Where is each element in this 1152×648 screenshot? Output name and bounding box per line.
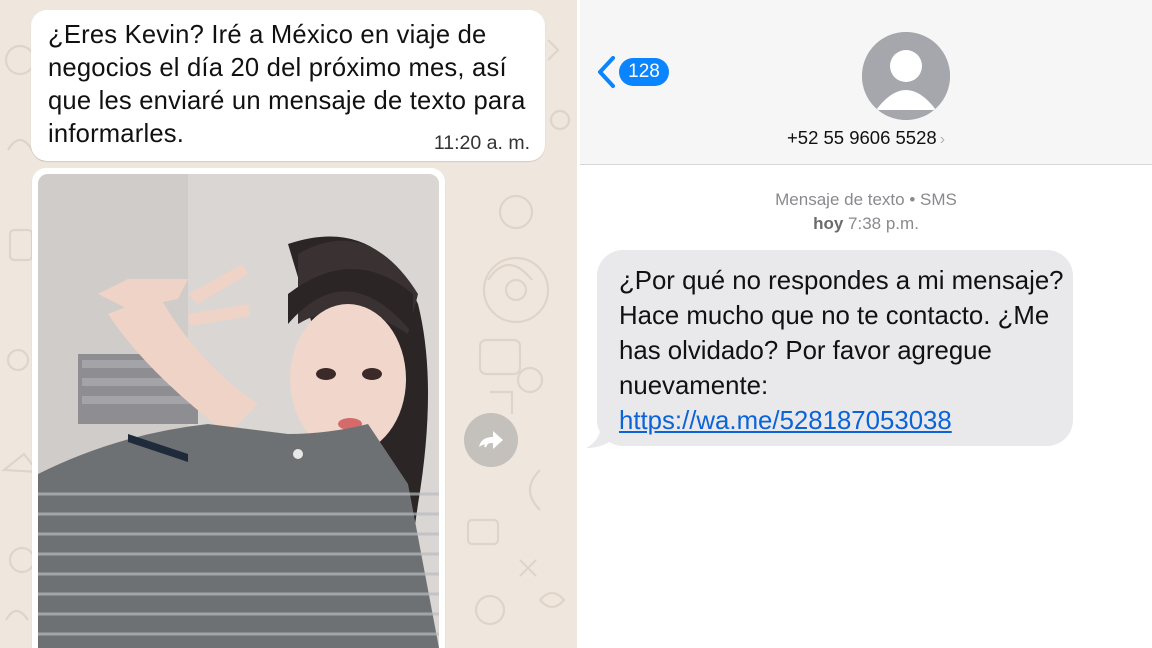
date-label: hoy bbox=[813, 214, 844, 233]
chevron-right-icon: › bbox=[939, 131, 946, 148]
sms-message-body: ¿Por qué no respondes a mi mensaje? Hace… bbox=[619, 264, 1069, 439]
time-label: 7:38 p.m. bbox=[848, 214, 919, 233]
person-silhouette-icon bbox=[862, 32, 950, 120]
photo-of-woman-image[interactable] bbox=[38, 174, 439, 648]
sms-message-text: ¿Por qué no respondes a mi mensaje? Hace… bbox=[619, 267, 1064, 400]
sms-conversation-panel: 128 +52 55 9606 5528 › Mensaje de texto •… bbox=[580, 0, 1152, 648]
incoming-photo-message[interactable] bbox=[32, 168, 445, 648]
contact-name-button[interactable]: +52 55 9606 5528 › bbox=[580, 127, 1152, 149]
contact-avatar[interactable] bbox=[862, 32, 950, 120]
message-metadata: Mensaje de texto • SMS hoy 7:38 p.m. bbox=[580, 188, 1152, 236]
forward-arrow-icon bbox=[479, 431, 503, 449]
photo-illustration bbox=[38, 174, 439, 648]
message-timestamp: 11:20 a. m. bbox=[433, 132, 530, 154]
unread-count-badge: 128 bbox=[619, 58, 669, 86]
incoming-text-message[interactable]: ¿Eres Kevin? Iré a México en viaje de ne… bbox=[31, 10, 545, 161]
message-date-line: hoy 7:38 p.m. bbox=[580, 212, 1152, 236]
whatsapp-link[interactable]: https://wa.me/528187053038 bbox=[619, 404, 1069, 439]
conversation-header: 128 +52 55 9606 5528 › bbox=[580, 0, 1152, 165]
contact-phone-number: +52 55 9606 5528 bbox=[786, 127, 937, 148]
chevron-left-icon bbox=[598, 56, 615, 88]
incoming-sms-bubble[interactable]: ¿Por qué no respondes a mi mensaje? Hace… bbox=[597, 250, 1073, 446]
back-button[interactable]: 128 bbox=[594, 52, 669, 92]
channel-label: Mensaje de texto • SMS bbox=[775, 190, 957, 209]
whatsapp-chat-panel: ¿Eres Kevin? Iré a México en viaje de ne… bbox=[0, 0, 577, 648]
forward-icon[interactable] bbox=[464, 413, 518, 467]
